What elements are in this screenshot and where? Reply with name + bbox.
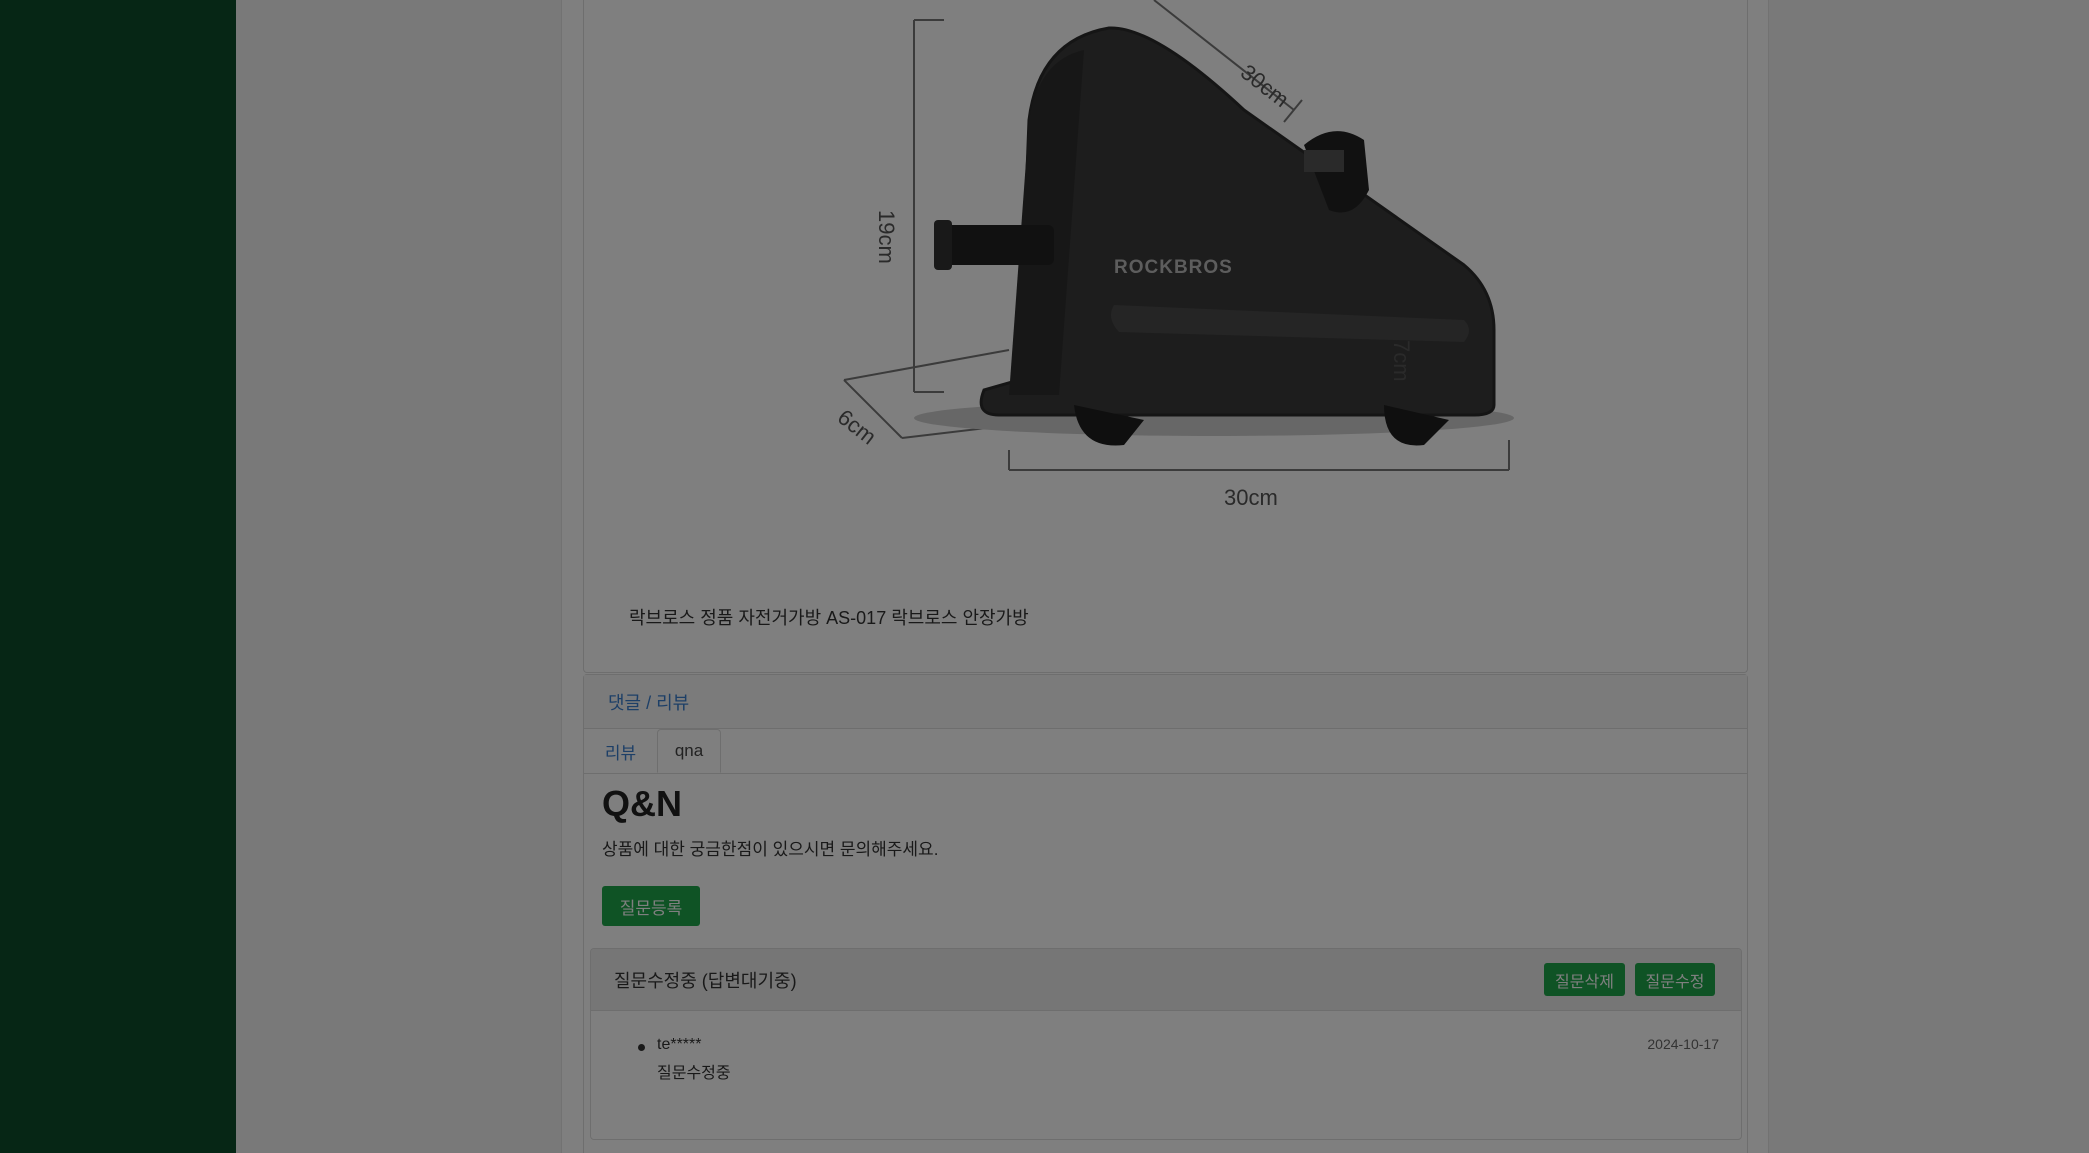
bullet-icon xyxy=(638,1044,645,1051)
question-header: 질문수정중 (답변대기중) 질문삭제 질문수정 xyxy=(591,949,1741,1011)
register-question-button[interactable]: 질문등록 xyxy=(602,886,700,926)
reviews-header: 댓글 / 리뷰 xyxy=(584,675,1747,729)
qna-subtitle: 상품에 대한 궁금한점이 있으시면 문의해주세요. xyxy=(602,840,939,859)
tab-qna[interactable]: qna xyxy=(657,729,721,773)
delete-question-button[interactable]: 질문삭제 xyxy=(1544,963,1625,996)
product-image: ROCKBROS 30cm 19cm 7cm 6cm 30cm xyxy=(833,0,1514,510)
page: ROCKBROS 30cm 19cm 7cm 6cm 30cm 락브로스 정품 … xyxy=(0,0,2089,1153)
qna-title: Q&N xyxy=(602,783,682,824)
svg-text:19cm: 19cm xyxy=(874,210,899,264)
product-caption: 락브로스 정품 자전거가방 AS-017 락브로스 안장가방 xyxy=(629,608,1029,628)
question-status: 질문수정중 (답변대기중) xyxy=(614,971,797,991)
tab-bar: 리뷰 qna xyxy=(584,729,1747,774)
question-date: 2024-10-17 xyxy=(1647,1036,1719,1052)
sidebar xyxy=(0,0,236,1153)
edit-question-button[interactable]: 질문수정 xyxy=(1635,963,1715,996)
question-author: te***** xyxy=(657,1036,702,1053)
question-body: te***** 질문수정중 2024-10-17 xyxy=(591,1011,1741,1139)
product-card: ROCKBROS 30cm 19cm 7cm 6cm 30cm 락브로스 정품 … xyxy=(583,0,1748,673)
question-card: 질문수정중 (답변대기중) 질문삭제 질문수정 te***** 질문수정중 20… xyxy=(590,948,1742,1140)
reviews-card: 댓글 / 리뷰 리뷰 qna Q&N 상품에 대한 궁금한점이 있으시면 문의해… xyxy=(583,674,1748,1153)
svg-text:ROCKBROS: ROCKBROS xyxy=(1114,257,1233,278)
svg-text:30cm: 30cm xyxy=(1224,485,1278,510)
svg-text:7cm: 7cm xyxy=(1389,340,1414,382)
tab-review[interactable]: 리뷰 xyxy=(584,729,657,773)
question-text: 질문수정중 xyxy=(657,1065,731,1082)
